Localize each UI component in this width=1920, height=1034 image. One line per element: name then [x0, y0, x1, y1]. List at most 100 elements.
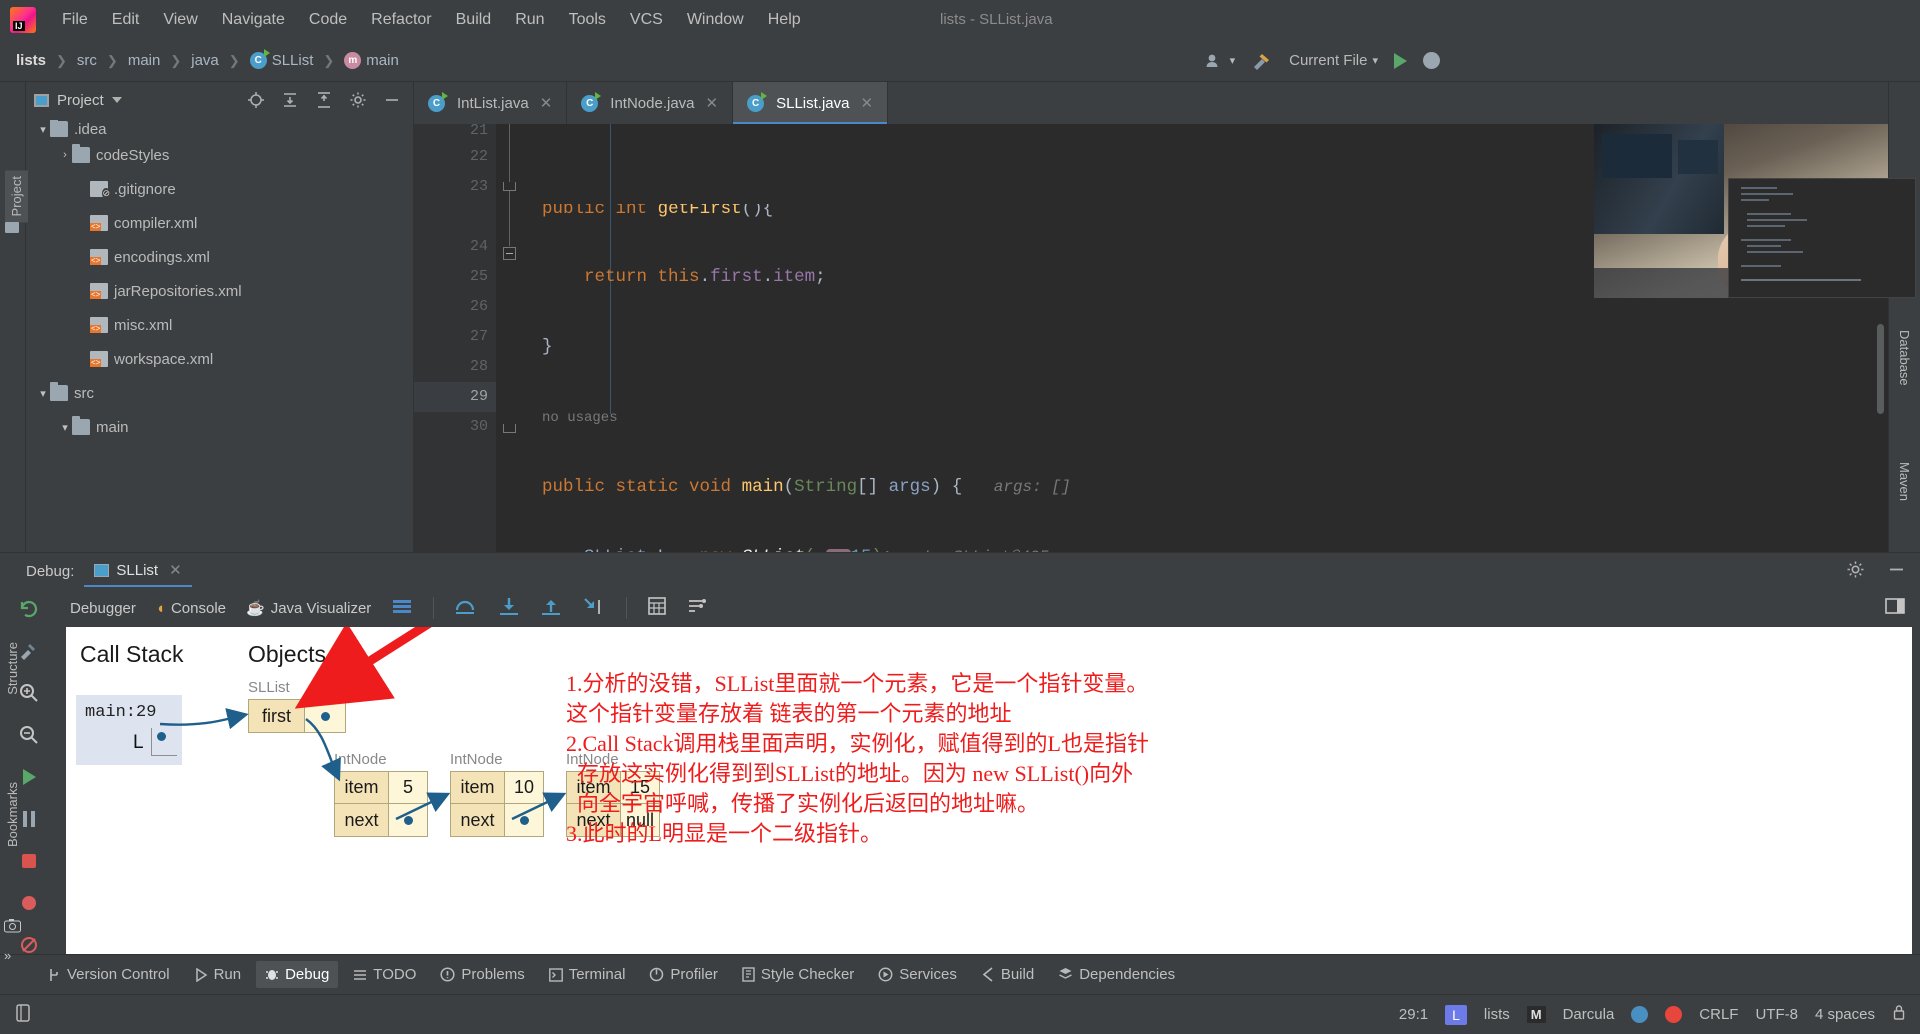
breadcrumb-item-main-method[interactable]: m main — [341, 52, 402, 69]
lock-icon[interactable] — [1892, 1004, 1906, 1025]
restore-layout-icon[interactable] — [1884, 596, 1906, 620]
tool-button-profiler[interactable]: Profiler — [640, 961, 727, 988]
editor-body[interactable]: 21 22 23 24 25 26 27 28 29 30 public int… — [414, 124, 1888, 552]
tool-button-run[interactable]: Run — [185, 961, 251, 988]
tree-item-jarrepositories-xml[interactable]: jarRepositories.xml — [26, 274, 413, 308]
tool-button-problems[interactable]: Problems — [431, 961, 533, 988]
tree-item-workspace-xml[interactable]: workspace.xml — [26, 342, 413, 376]
disclosure-arrow[interactable]: ▾ — [36, 123, 50, 136]
tool-button-terminal[interactable]: Terminal — [540, 961, 635, 988]
settings-icon[interactable] — [17, 639, 41, 663]
folder-icon[interactable] — [5, 222, 19, 233]
breadcrumb-item-java[interactable]: java — [188, 52, 222, 69]
menu-item-build[interactable]: Build — [444, 7, 504, 33]
tree-item-misc-xml[interactable]: misc.xml — [26, 308, 413, 342]
tool-button-todo[interactable]: TODO — [344, 961, 425, 988]
disclosure-arrow[interactable]: ▾ — [58, 421, 72, 434]
fold-collapse-icon[interactable] — [503, 247, 516, 260]
breadcrumb-item-lists[interactable]: lists — [8, 52, 49, 69]
pause-icon[interactable] — [17, 807, 41, 831]
expand-all-icon[interactable] — [281, 91, 299, 109]
caret-position[interactable]: 29:1 — [1399, 1006, 1428, 1023]
tree-item-encodings-xml[interactable]: encodings.xml — [26, 240, 413, 274]
debug-icon[interactable] — [1423, 52, 1440, 69]
tool-button-dependencies[interactable]: Dependencies — [1049, 961, 1184, 988]
layout-icon[interactable] — [391, 597, 413, 619]
step-over-icon[interactable] — [454, 596, 478, 620]
run-to-cursor-icon[interactable] — [582, 596, 606, 620]
tree-item-idea[interactable]: ▾ .idea — [26, 120, 413, 138]
settings-icon[interactable] — [349, 91, 367, 109]
menu-item-run[interactable]: Run — [503, 7, 556, 33]
menu-item-refactor[interactable]: Refactor — [359, 7, 443, 33]
collapse-all-icon[interactable] — [315, 91, 333, 109]
resume-icon[interactable] — [17, 765, 41, 789]
close-icon[interactable]: ✕ — [169, 561, 182, 579]
disclosure-arrow[interactable]: › — [58, 149, 72, 161]
stop-icon[interactable] — [17, 849, 41, 873]
hide-panel-icon[interactable] — [383, 91, 401, 109]
tool-button-build[interactable]: Build — [972, 961, 1043, 988]
indent-setting[interactable]: 4 spaces — [1815, 1006, 1875, 1023]
sllist-object-box[interactable]: first — [248, 699, 346, 733]
editor-minimap[interactable] — [1728, 178, 1916, 298]
intnode-box-1[interactable]: item 5 next — [334, 771, 428, 837]
tree-item-src[interactable]: ▾ src — [26, 376, 413, 410]
tool-button-services[interactable]: Services — [869, 961, 966, 988]
mute-breakpoints-icon[interactable] — [17, 933, 41, 957]
minimize-icon[interactable] — [1887, 560, 1906, 583]
sidebar-item-database[interactable]: Database — [1897, 330, 1912, 386]
tab-intlist-java[interactable]: C IntList.java ✕ — [414, 82, 568, 124]
tool-button-debug[interactable]: Debug — [256, 961, 339, 988]
intnode-box-2[interactable]: item 10 next — [450, 771, 544, 837]
editor-fold-column[interactable] — [496, 124, 524, 552]
line-separator[interactable]: CRLF — [1699, 1006, 1738, 1023]
fold-end-icon[interactable] — [503, 424, 516, 433]
tree-item-codestyles[interactable]: › codeStyles — [26, 138, 413, 172]
step-into-icon[interactable] — [498, 596, 520, 620]
layout-icon[interactable] — [14, 1003, 32, 1027]
menu-item-navigate[interactable]: Navigate — [210, 7, 297, 33]
branch-badge[interactable]: L — [1445, 1004, 1467, 1025]
zoom-out-icon[interactable] — [17, 723, 41, 747]
menu-item-code[interactable]: Code — [297, 7, 359, 33]
tab-console[interactable]: ◖ Console — [156, 600, 226, 617]
run-configuration-selector[interactable]: Current File ▾ — [1289, 52, 1378, 69]
sidebar-item-maven[interactable]: Maven — [1897, 462, 1912, 501]
tab-debugger[interactable]: Debugger — [70, 600, 136, 617]
status-dot-icon[interactable] — [1631, 1006, 1649, 1023]
tool-button-version-control[interactable]: Version Control — [38, 961, 179, 988]
disclosure-arrow[interactable]: ▾ — [36, 387, 50, 400]
call-stack-frame[interactable]: main:29 L — [76, 695, 182, 765]
locate-icon[interactable] — [247, 91, 265, 109]
editor-scrollbar-thumb[interactable] — [1877, 324, 1884, 414]
tool-button-style-checker[interactable]: Style Checker — [733, 961, 863, 988]
close-icon[interactable]: ✕ — [860, 94, 873, 112]
project-name[interactable]: lists — [1484, 1006, 1510, 1023]
tab-java-visualizer[interactable]: ☕ Java Visualizer — [246, 599, 371, 618]
gear-icon[interactable] — [1846, 560, 1865, 583]
filter-icon[interactable] — [687, 596, 707, 620]
java-visualizer-canvas[interactable]: Call Stack Objects main:29 L SLList firs… — [66, 627, 1912, 954]
menu-item-vcs[interactable]: VCS — [618, 7, 675, 33]
breadcrumb-item-sllist[interactable]: C SLList — [247, 49, 317, 69]
tab-intnode-java[interactable]: C IntNode.java ✕ — [567, 82, 734, 124]
debug-session-tab[interactable]: SLList ✕ — [84, 555, 192, 587]
menu-item-window[interactable]: Window — [675, 7, 756, 33]
evaluate-icon[interactable] — [647, 596, 667, 620]
view-breakpoints-icon[interactable] — [17, 891, 41, 915]
tree-item-main[interactable]: ▾ main — [26, 410, 413, 444]
hammer-icon[interactable] — [1251, 51, 1273, 71]
step-out-icon[interactable] — [540, 596, 562, 620]
tree-item-compiler-xml[interactable]: compiler.xml — [26, 206, 413, 240]
menu-item-help[interactable]: Help — [756, 7, 813, 33]
tree-item-gitignore[interactable]: .gitignore — [26, 172, 413, 206]
close-icon[interactable]: ✕ — [706, 94, 719, 112]
menu-item-file[interactable]: File — [50, 7, 100, 33]
editor-gutter[interactable]: 21 22 23 24 25 26 27 28 29 30 — [414, 124, 496, 552]
close-icon[interactable]: ✕ — [540, 94, 553, 112]
sidebar-item-project[interactable]: Project — [5, 170, 28, 223]
chevron-down-icon[interactable] — [111, 97, 122, 103]
file-encoding[interactable]: UTF-8 — [1755, 1006, 1798, 1023]
menu-item-tools[interactable]: Tools — [557, 7, 618, 33]
